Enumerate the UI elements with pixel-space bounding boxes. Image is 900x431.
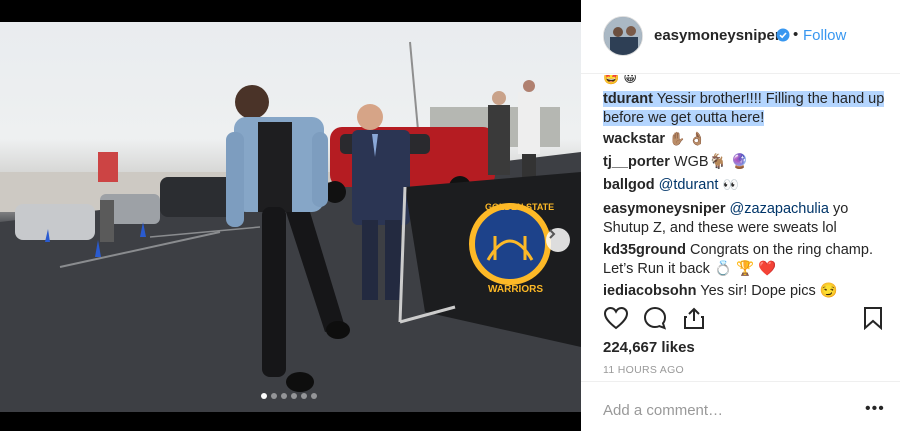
comment-item: kd35ground Congrats on the ring champ. L… (603, 241, 888, 279)
comment-item: tdurant Yessir brother!!!! Filling the h… (603, 90, 888, 128)
carousel-dot[interactable] (281, 393, 287, 399)
comment-item: ballgod @tdurant 👀 (603, 176, 888, 195)
comment-highlight: tdurant Yessir brother!!!! Filling the h… (603, 91, 885, 126)
comment-author[interactable]: iediacobsohn (603, 283, 696, 299)
comment-partial: 🤩 😀 (603, 75, 888, 88)
comment-item: tj__porter WGB🐐 🔮 (603, 153, 888, 172)
comment-text: ✋🏽 👌🏽 (669, 132, 706, 147)
comment-author[interactable]: tdurant (603, 91, 653, 107)
player-pants (262, 207, 286, 377)
likes-count[interactable]: 224,667 likes (603, 339, 695, 356)
header-separator: • (793, 26, 799, 43)
post-actions (581, 300, 900, 340)
post-photo[interactable]: GOLDEN STATE WARRIORS (0, 22, 581, 412)
carousel-dots (261, 393, 317, 399)
logo-text-top: GOLDEN STATE (485, 202, 554, 212)
avatar-image (604, 17, 642, 55)
comment-item: easymoneysniper @zazapachulia yo Shutup … (603, 200, 888, 238)
post-header: easymoneysniper • Follow (581, 0, 900, 74)
comment-item: iediacobsohn Yes sir! Dope pics 😏 (603, 282, 888, 299)
logo-text-bottom: WARRIORS (488, 284, 543, 295)
player-sneaker (286, 372, 314, 392)
post-timestamp[interactable]: 11 HOURS AGO (603, 364, 684, 376)
carousel-next-button[interactable] (546, 228, 570, 252)
carousel-dot[interactable] (301, 393, 307, 399)
bg-person (100, 200, 114, 242)
carousel-dot[interactable] (271, 393, 277, 399)
comment-author[interactable]: ballgod (603, 177, 655, 193)
distant-sign (98, 152, 118, 182)
photo-scene: GOLDEN STATE WARRIORS (0, 41, 581, 412)
suited-man (352, 130, 410, 225)
follow-button[interactable]: Follow (803, 27, 846, 44)
avatar[interactable] (603, 16, 643, 56)
comment-mention[interactable]: @zazapachulia (730, 201, 829, 217)
comment-author[interactable]: tj__porter (603, 154, 670, 170)
comment-mention[interactable]: @tdurant (659, 177, 719, 193)
verified-badge-icon (776, 28, 790, 42)
share-icon[interactable] (682, 306, 706, 330)
chevron-right-icon (549, 229, 556, 239)
comment-bubble-icon[interactable] (643, 306, 667, 330)
comment-text: 👀 (722, 178, 739, 193)
carousel-dot[interactable] (291, 393, 297, 399)
post-side-panel: easymoneysniper • Follow 🤩 😀 tdurant Yes… (581, 0, 900, 431)
more-options-icon[interactable]: ••• (865, 400, 885, 418)
comments-list[interactable]: 🤩 😀 tdurant Yessir brother!!!! Filling t… (581, 75, 900, 299)
carousel-dot-active[interactable] (261, 393, 267, 399)
carousel-dot[interactable] (311, 393, 317, 399)
comment-text: WGB🐐 🔮 (673, 154, 749, 170)
add-comment-bar: ••• (581, 381, 900, 431)
player-head (235, 85, 269, 119)
comment-author[interactable]: kd35ground (603, 242, 686, 258)
comment-author[interactable]: easymoneysniper (603, 201, 726, 217)
heart-icon[interactable] (603, 306, 629, 330)
photo-pane: GOLDEN STATE WARRIORS (0, 0, 581, 431)
warriors-logo (469, 203, 551, 285)
comment-text: Yes sir! Dope pics 😏 (700, 283, 838, 299)
comment-item: wackstar ✋🏽 👌🏽 (603, 130, 888, 149)
comment-author[interactable]: wackstar (603, 131, 665, 147)
parked-car-white (15, 204, 95, 240)
add-comment-input[interactable] (603, 402, 843, 419)
bookmark-icon[interactable] (863, 306, 883, 330)
username-link[interactable]: easymoneysniper (654, 27, 781, 44)
comment-text: 🤩 😀 (603, 75, 637, 86)
